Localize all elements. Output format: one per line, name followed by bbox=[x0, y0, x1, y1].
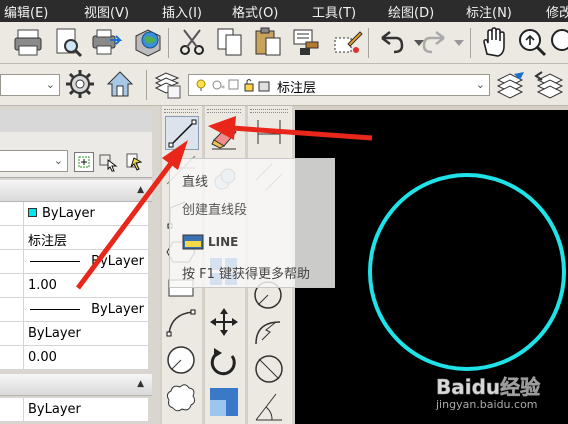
watermark-logo-text: Baidu经验 bbox=[436, 375, 540, 399]
watermark-url: jingyan.baidu.com bbox=[436, 398, 538, 411]
arrowhead-line-tool bbox=[162, 140, 188, 170]
annotation-arrows bbox=[75, 116, 373, 290]
annotation-arrow-to-erase bbox=[231, 125, 373, 141]
annotation-arrow-to-line-tool bbox=[75, 160, 175, 290]
baidu-jingyan-watermark: Baidu经验 bbox=[432, 372, 568, 422]
arrowhead-erase bbox=[208, 116, 236, 140]
